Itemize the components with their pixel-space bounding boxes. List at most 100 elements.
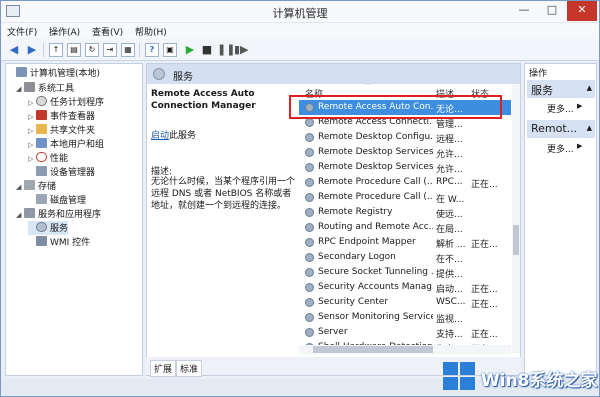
toolbar-separator — [43, 43, 44, 57]
tree-item-event-viewer[interactable]: ▷ 事件查看器 — [28, 109, 95, 123]
tree-item-local-users-groups[interactable]: ▷ 本地用户和组 — [28, 137, 104, 151]
tab-standard[interactable]: 标准 — [176, 360, 203, 377]
pause-icon[interactable]: ❚❚ — [217, 43, 235, 57]
restart-icon[interactable]: ▮▶ — [234, 43, 249, 57]
gear-icon — [305, 133, 314, 142]
performance-icon — [36, 152, 47, 162]
gear-icon — [305, 178, 314, 187]
tree-item-system-tools[interactable]: ◢ 系统工具 — [16, 81, 74, 95]
service-row[interactable]: Remote Desktop Services ... 允许... — [299, 160, 511, 175]
computer-icon — [16, 67, 27, 77]
tree-item-disk-management[interactable]: 磁盘管理 — [28, 193, 86, 207]
tree-item-services-and-applications[interactable]: ◢ 服务和应用程序 — [16, 207, 101, 221]
play-icon[interactable]: ▶ — [183, 43, 197, 57]
event-viewer-icon — [36, 110, 47, 120]
show-hide-tree-icon[interactable]: ▤ — [67, 43, 81, 57]
stop-icon[interactable]: ■ — [200, 43, 214, 57]
collapse-icon[interactable]: ◢ — [16, 211, 24, 219]
device-manager-icon — [36, 166, 47, 176]
expand-icon[interactable]: ▷ — [28, 99, 36, 107]
expand-icon[interactable]: ▷ — [28, 127, 36, 135]
service-row[interactable]: Secondary Logon 在不... — [299, 250, 511, 265]
service-row[interactable]: Remote Procedure Call (... RPC... 正在... — [299, 175, 511, 190]
tree-item-storage[interactable]: ◢ 存储 — [16, 179, 56, 193]
help-icon[interactable]: ? — [145, 43, 159, 57]
tree-item-wmi-control[interactable]: WMI 控件 — [28, 235, 90, 249]
service-row[interactable]: RPC Endpoint Mapper 解析 ... 正在... — [299, 235, 511, 250]
title-bar: 计算机管理 — □ ✕ — [1, 1, 599, 23]
tree-item-task-scheduler[interactable]: ▷ 任务计划程序 — [28, 95, 104, 109]
console-icon[interactable]: ▣ — [163, 43, 177, 57]
storage-icon — [24, 180, 35, 190]
menu-action[interactable]: 操作(A) — [49, 25, 80, 38]
services-pane-header: 服务 — [147, 64, 520, 84]
refresh-icon[interactable]: ↻ — [85, 43, 99, 57]
tree-item-shared-folders[interactable]: ▷ 共享文件夹 — [28, 123, 95, 137]
service-row[interactable]: Secure Socket Tunneling ... 提供... — [299, 265, 511, 280]
tree-item-computer-management[interactable]: 计算机管理(本地) — [8, 66, 100, 80]
service-row[interactable]: Routing and Remote Acc... 在局... — [299, 220, 511, 235]
minimize-button[interactable]: — — [511, 1, 537, 21]
menu-view[interactable]: 查看(V) — [92, 25, 123, 38]
export-icon[interactable]: ⇥ — [103, 43, 117, 57]
vertical-scrollbar[interactable] — [512, 85, 520, 353]
horizontal-scrollbar[interactable] — [299, 345, 511, 354]
gear-icon — [305, 208, 314, 217]
expand-icon[interactable]: ▷ — [28, 113, 36, 121]
disk-icon — [36, 194, 47, 204]
users-icon — [36, 138, 47, 148]
forward-icon[interactable]: ▶ — [25, 43, 39, 57]
properties-icon[interactable]: ▦ — [121, 43, 135, 57]
tree-item-services[interactable]: 服务 — [28, 221, 69, 235]
expand-icon[interactable]: ▷ — [28, 155, 36, 163]
start-service-suffix: 此服务 — [169, 131, 197, 141]
service-row[interactable]: Security Accounts Manag... 启动... 正在... — [299, 280, 511, 295]
service-row[interactable]: Remote Procedure Call (... 在 W... — [299, 190, 511, 205]
back-icon[interactable]: ◀ — [7, 43, 21, 57]
up-icon[interactable]: ↑ — [49, 43, 63, 57]
scrollbar-thumb[interactable] — [313, 346, 433, 353]
actions-more-services[interactable]: 更多... ▶ — [547, 102, 582, 115]
service-row[interactable]: Sensor Monitoring Service 监视... — [299, 310, 511, 325]
collapse-icon: ▲ — [586, 84, 592, 92]
wmi-icon — [36, 236, 47, 246]
services-list: 名称 ^ 描述 状态 Remote Access Auto Con... 无论..… — [299, 84, 520, 356]
actions-section-remote[interactable]: Remot... ▲ — [527, 120, 595, 138]
service-row[interactable]: Remote Desktop Services 允许... — [299, 145, 511, 160]
menu-help[interactable]: 帮助(H) — [135, 25, 167, 38]
service-row[interactable]: Remote Desktop Configu... 远程... — [299, 130, 511, 145]
service-row[interactable]: Server 支持... 正在... — [299, 325, 511, 340]
gear-icon — [305, 298, 314, 307]
gear-icon — [305, 283, 314, 292]
expand-icon[interactable]: ▷ — [28, 141, 36, 149]
tree-item-device-manager[interactable]: 设备管理器 — [28, 165, 95, 179]
menu-bar: 文件(F) 操作(A) 查看(V) 帮助(H) — [1, 23, 599, 39]
close-button[interactable]: ✕ — [567, 1, 597, 21]
maximize-button[interactable]: □ — [539, 1, 565, 21]
tab-extended[interactable]: 扩展 — [150, 360, 177, 377]
start-service-link[interactable]: 启动 — [151, 131, 169, 141]
start-service-line: 启动此服务 — [151, 128, 196, 141]
gear-icon — [305, 223, 314, 232]
service-row[interactable]: Remote Registry 使远... — [299, 205, 511, 220]
selected-service-name: Remote Access Auto Connection Manager — [151, 89, 256, 111]
gear-icon — [305, 313, 314, 322]
actions-more-remote[interactable]: 更多... ▶ — [547, 142, 582, 155]
collapse-icon[interactable]: ◢ — [16, 85, 24, 93]
service-row[interactable]: Security Center WSC... 正在... — [299, 295, 511, 310]
watermark: Win8系统之家 — [443, 359, 599, 397]
description-text: 无论什么时候，当某个程序引用一个远程 DNS 或者 NetBIOS 名称或者地址… — [151, 177, 296, 211]
gear-icon — [36, 222, 47, 232]
folder-icon — [36, 124, 47, 134]
menu-file[interactable]: 文件(F) — [7, 25, 37, 38]
highlight-annotation — [289, 95, 502, 119]
windows-logo-icon — [443, 362, 477, 392]
scrollbar-thumb[interactable] — [513, 225, 519, 255]
gear-icon — [305, 328, 314, 337]
gear-icon — [305, 268, 314, 277]
tree-item-performance[interactable]: ▷ 性能 — [28, 151, 68, 165]
computer-management-window: 计算机管理 — □ ✕ 文件(F) 操作(A) 查看(V) 帮助(H) ◀ ▶ … — [0, 0, 600, 397]
actions-section-services[interactable]: 服务 ▲ — [527, 80, 595, 98]
collapse-icon[interactable]: ◢ — [16, 183, 24, 191]
chevron-right-icon: ▶ — [577, 102, 583, 110]
